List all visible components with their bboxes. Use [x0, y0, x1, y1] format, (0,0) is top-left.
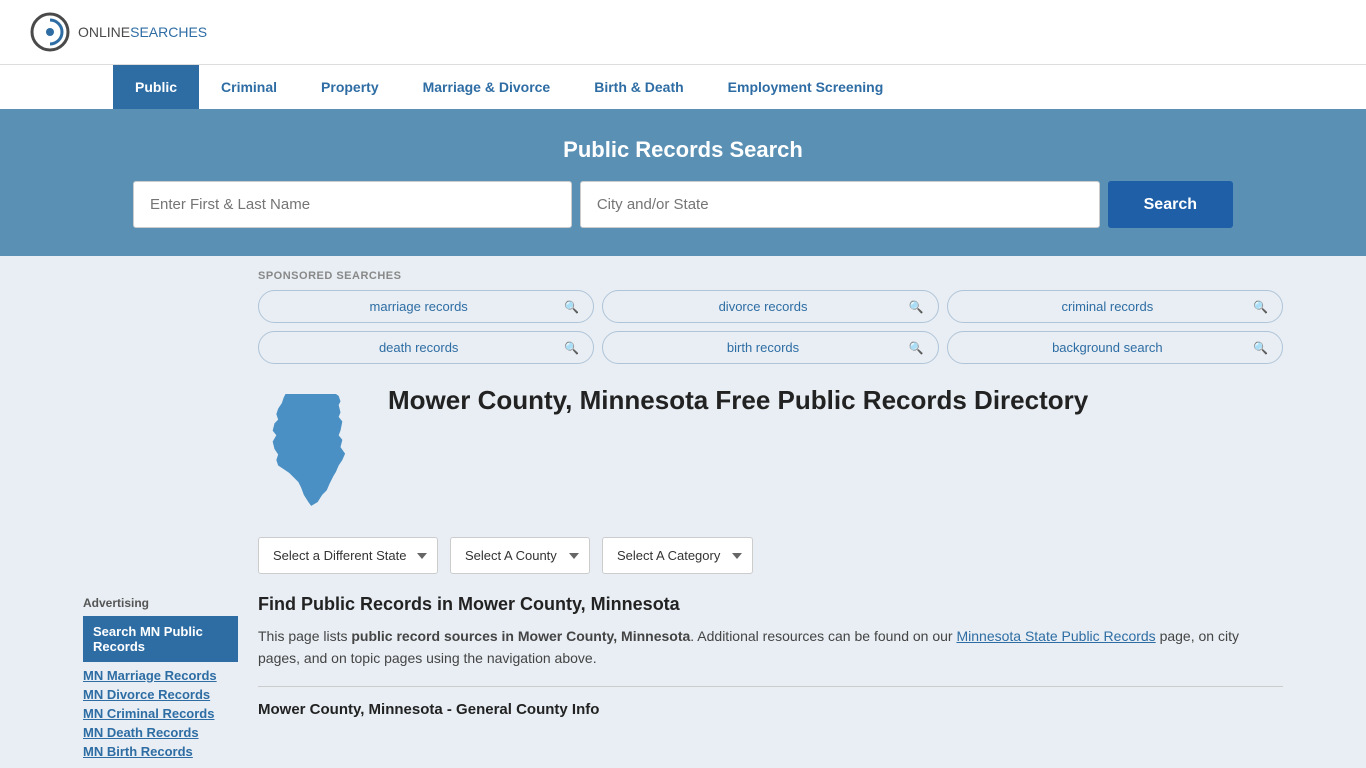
state-dropdown[interactable]: Select a Different State [258, 537, 438, 574]
tag-label-4: birth records [617, 340, 908, 355]
filter-dropdowns: Select a Different State Select A County… [258, 537, 1283, 574]
tag-label-1: divorce records [617, 299, 908, 314]
tag-marriage-records[interactable]: marriage records 🔍 [258, 290, 594, 323]
sidebar-link-4[interactable]: MN Birth Records [83, 744, 238, 759]
search-icon-1: 🔍 [909, 300, 924, 314]
tag-label-0: marriage records [273, 299, 564, 314]
page-title-wrapper: Mower County, Minnesota Free Public Reco… [388, 384, 1088, 418]
tag-background-search[interactable]: background search 🔍 [947, 331, 1283, 364]
search-bar: Search [133, 181, 1233, 228]
tag-criminal-records[interactable]: criminal records 🔍 [947, 290, 1283, 323]
logo-online: ONLINE [78, 24, 130, 40]
location-input[interactable] [580, 181, 1100, 228]
page-title: Mower County, Minnesota Free Public Reco… [388, 384, 1088, 418]
minnesota-map-svg [258, 384, 368, 514]
sidebar-link-2[interactable]: MN Criminal Records [83, 706, 238, 721]
search-icon-4: 🔍 [909, 341, 924, 355]
tag-label-2: criminal records [962, 299, 1253, 314]
page-heading-section: Mower County, Minnesota Free Public Reco… [258, 384, 1283, 517]
tag-divorce-records[interactable]: divorce records 🔍 [602, 290, 938, 323]
hero-title: Public Records Search [30, 137, 1336, 163]
sidebar: Advertising Search MN Public Records MN … [83, 256, 238, 763]
main-content: SPONSORED SEARCHES marriage records 🔍 di… [238, 256, 1283, 763]
hero-banner: Public Records Search Search [0, 109, 1366, 256]
logo-text: ONLINESEARCHES [78, 24, 207, 40]
section-divider [258, 686, 1283, 687]
find-text-plain: This page lists [258, 628, 351, 644]
find-text-mid: . Additional resources can be found on o… [690, 628, 956, 644]
search-icon-5: 🔍 [1253, 341, 1268, 355]
nav-item-birth-death[interactable]: Birth & Death [572, 65, 705, 109]
logo-icon [30, 12, 70, 52]
sidebar-ad-label: Advertising [83, 596, 238, 610]
main-nav: Public Criminal Property Marriage & Divo… [0, 64, 1366, 109]
nav-item-marriage-divorce[interactable]: Marriage & Divorce [401, 65, 573, 109]
sponsored-label: SPONSORED SEARCHES [258, 270, 1283, 282]
search-icon-0: 🔍 [564, 300, 579, 314]
find-records-title: Find Public Records in Mower County, Min… [258, 594, 1283, 615]
tag-birth-records[interactable]: birth records 🔍 [602, 331, 938, 364]
find-text-bold: public record sources in Mower County, M… [351, 628, 690, 644]
find-state-link[interactable]: Minnesota State Public Records [956, 628, 1155, 644]
state-map [258, 384, 368, 517]
search-icon-2: 🔍 [1253, 300, 1268, 314]
general-info-title: Mower County, Minnesota - General County… [258, 701, 1283, 718]
tag-label-3: death records [273, 340, 564, 355]
logo[interactable]: ONLINESEARCHES [30, 12, 207, 52]
sidebar-highlighted-link[interactable]: Search MN Public Records [83, 616, 238, 662]
name-input[interactable] [133, 181, 572, 228]
category-dropdown[interactable]: Select A Category [602, 537, 753, 574]
sidebar-link-0[interactable]: MN Marriage Records [83, 668, 238, 683]
nav-item-criminal[interactable]: Criminal [199, 65, 299, 109]
search-icon-3: 🔍 [564, 341, 579, 355]
nav-item-employment[interactable]: Employment Screening [706, 65, 906, 109]
tag-death-records[interactable]: death records 🔍 [258, 331, 594, 364]
search-button[interactable]: Search [1108, 181, 1233, 228]
main-wrapper: Advertising Search MN Public Records MN … [63, 256, 1303, 763]
find-records-text: This page lists public record sources in… [258, 625, 1283, 670]
search-tags-grid: marriage records 🔍 divorce records 🔍 cri… [258, 290, 1283, 364]
sidebar-link-1[interactable]: MN Divorce Records [83, 687, 238, 702]
tag-label-5: background search [962, 340, 1253, 355]
sidebar-link-3[interactable]: MN Death Records [83, 725, 238, 740]
logo-searches: SEARCHES [130, 24, 207, 40]
county-dropdown[interactable]: Select A County [450, 537, 590, 574]
nav-item-public[interactable]: Public [113, 65, 199, 109]
nav-item-property[interactable]: Property [299, 65, 401, 109]
site-header: ONLINESEARCHES [0, 0, 1366, 64]
